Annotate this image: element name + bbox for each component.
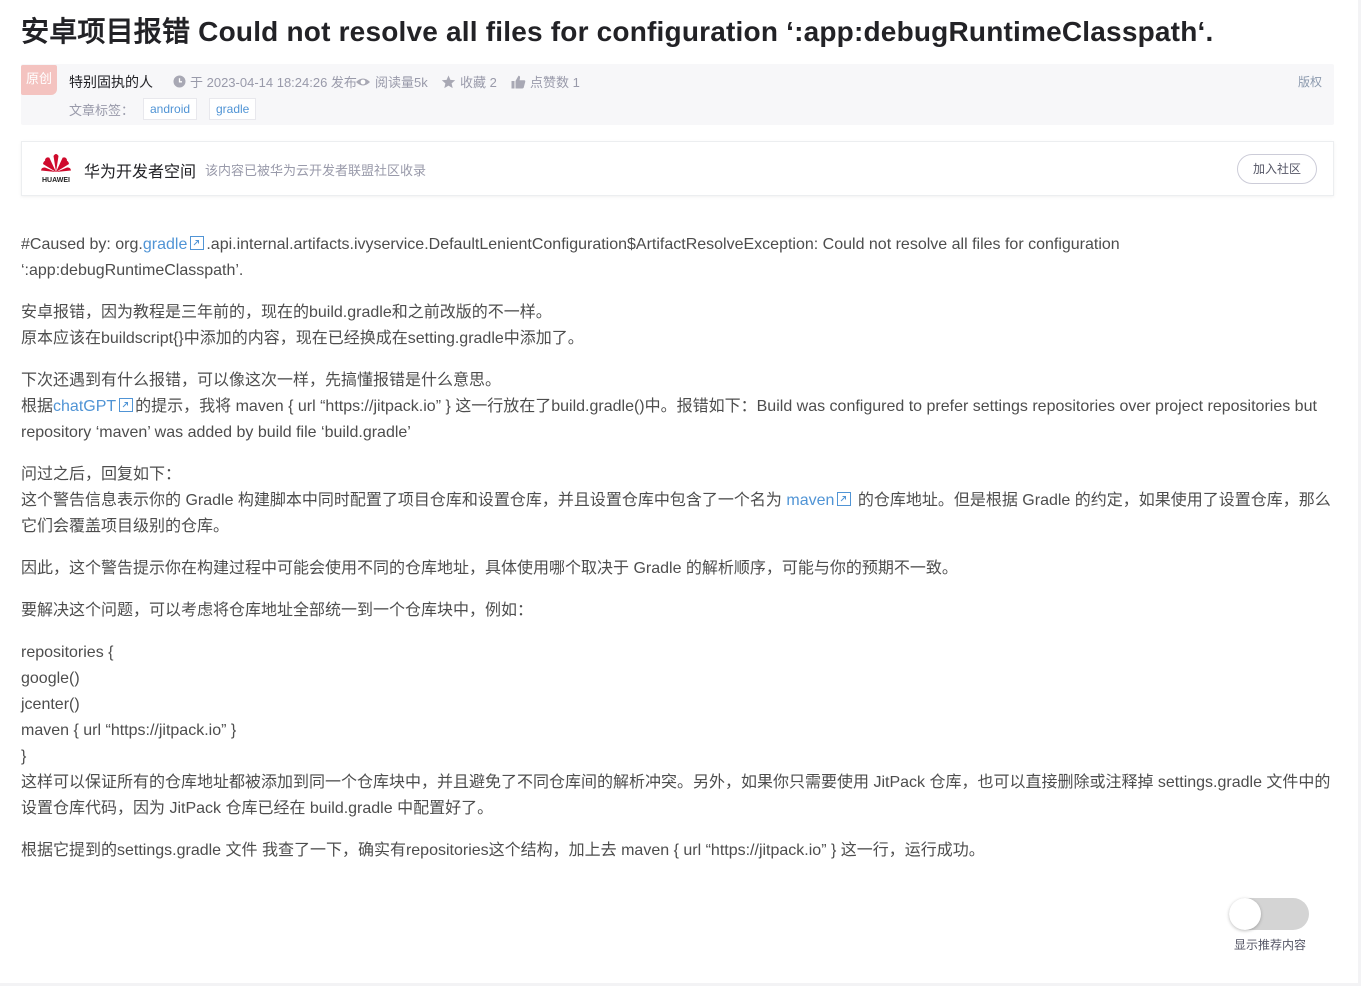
recommend-toggle-wrap: 显示推荐内容: [1229, 898, 1311, 953]
code-line: repositories {: [21, 644, 114, 661]
code-line: }: [21, 748, 27, 765]
recommend-toggle-label: 显示推荐内容: [1233, 938, 1306, 952]
paragraph-explanation: 这样可以保证所有的仓库地址都被添加到同一个仓库块中，并且避免了不同仓库间的解析冲…: [21, 774, 1331, 817]
link-chatgpt[interactable]: chatGPT: [53, 398, 116, 415]
external-link-icon[interactable]: [190, 236, 205, 250]
recommend-toggle[interactable]: [1229, 898, 1309, 930]
link-maven[interactable]: maven: [786, 492, 834, 509]
community-name[interactable]: 华为开发者空间: [84, 158, 196, 182]
code-line: maven { url “https://jitpack.io” }: [21, 722, 237, 739]
code-line: jcenter(): [21, 696, 80, 713]
star-icon: [441, 75, 456, 88]
author-name[interactable]: 特别固执的人: [69, 72, 153, 92]
article-container: 安卓项目报错 Could not resolve all files for c…: [21, 0, 1334, 880]
favorite-count[interactable]: 收藏 2: [441, 72, 497, 91]
paragraph-conclusion: 根据它提到的settings.gradle 文件 我查了一下，确实有reposi…: [21, 842, 985, 859]
code-block: repositories { google() jcenter() maven { u…: [21, 640, 1334, 822]
paragraph-solution: 要解决这个问题，可以考虑将仓库地址全部统一到一个仓库块中，例如：: [21, 602, 534, 619]
code-line: google(): [21, 670, 80, 687]
paragraph-next-time: 下次还遇到有什么报错，可以像这次一样，先搞懂报错是什么意思。 根据chatGPT 的…: [21, 372, 1317, 441]
community-desc: 该内容已被华为云开发者联盟社区收录: [205, 163, 427, 178]
publish-time: 于 2023-04-14 18:24:26 发布: [173, 72, 357, 91]
huawei-flower-icon: [41, 154, 71, 172]
thumbs-up-icon: [511, 75, 526, 88]
toggle-knob[interactable]: [1229, 898, 1261, 930]
huawei-logo: HUAWEI: [39, 150, 73, 186]
tags-label: 文章标签：: [69, 103, 135, 118]
paragraph-therefore: 因此，这个警告提示你在构建过程中可能会使用不同的仓库地址，具体使用哪个取决于 G…: [21, 560, 958, 577]
read-count: 阅读量5k: [355, 72, 428, 91]
copyright-link[interactable]: 版权: [1298, 73, 1322, 90]
external-link-icon[interactable]: [119, 398, 134, 412]
community-banner: HUAWEI 华为开发者空间 该内容已被华为云开发者联盟社区收录 加入社区: [21, 141, 1334, 196]
original-badge: 原创: [21, 65, 57, 95]
article-content: #Caused by: org.gradle .api.internal.arti…: [21, 232, 1334, 864]
tag-android[interactable]: android: [143, 98, 198, 120]
paragraph-caused-by: #Caused by: org.gradle .api.internal.arti…: [21, 236, 1120, 279]
join-community-button[interactable]: 加入社区: [1237, 154, 1317, 184]
clock-icon: [173, 75, 186, 88]
paragraph-reason: 安卓报错，因为教程是三年前的，现在的build.gradle和之前改版的不一样。…: [21, 304, 584, 347]
tag-gradle[interactable]: gradle: [209, 98, 257, 120]
link-gradle[interactable]: gradle: [143, 236, 187, 253]
article-meta-box: 原创 特别固执的人 于 2023-04-14 18:24:26 发布 阅读量5k…: [21, 64, 1334, 125]
external-link-icon[interactable]: [837, 492, 852, 506]
eye-icon: [356, 78, 370, 85]
like-count[interactable]: 点赞数 1: [511, 72, 580, 91]
paragraph-reply: 问过之后，回复如下： 这个警告信息表示你的 Gradle 构建脚本中同时配置了项目…: [21, 466, 1331, 535]
huawei-logo-text: HUAWEI: [42, 177, 70, 184]
article-title: 安卓项目报错 Could not resolve all files for c…: [21, 16, 1214, 47]
